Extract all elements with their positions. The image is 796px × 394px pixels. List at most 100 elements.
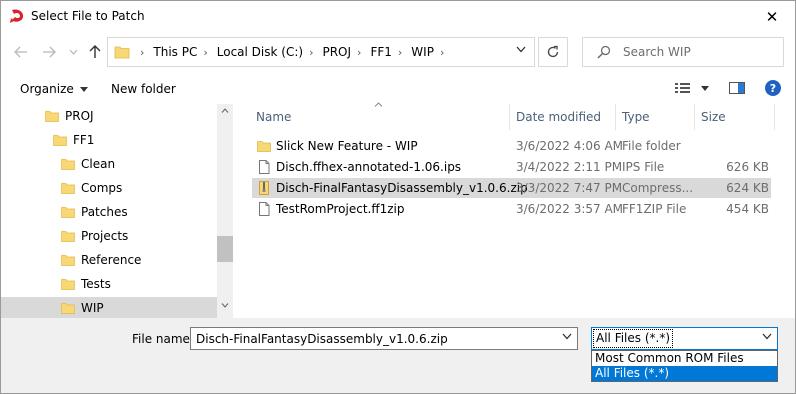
column-divider[interactable] <box>615 104 616 130</box>
details-view-icon <box>675 83 690 93</box>
navigation-pane: PROJ FF1 Clean Comps Patches Projects Referenc… <box>1 104 233 318</box>
help-button[interactable]: ? <box>765 80 781 96</box>
column-divider[interactable] <box>694 104 695 130</box>
organize-label: Organize <box>20 82 74 96</box>
tree-item-ff1[interactable]: FF1 <box>1 129 217 151</box>
folder-icon <box>61 279 75 290</box>
scroll-down-icon[interactable] <box>221 303 229 308</box>
up-button[interactable] <box>87 44 103 60</box>
tree-item-comps[interactable]: Comps <box>1 177 217 199</box>
tree-item-label: Projects <box>81 229 129 243</box>
file-icon <box>259 160 270 174</box>
arrow-right-icon <box>43 46 56 58</box>
column-divider[interactable] <box>774 104 775 130</box>
file-name: Disch-FinalFantasyDisassembly_v1.0.6.zip <box>276 181 528 195</box>
tree-item-projects[interactable]: Projects <box>1 225 217 247</box>
breadcrumb-ff1[interactable]: FF1 <box>370 45 391 59</box>
file-list: Name Date modified Type Size Slick New F… <box>249 102 779 318</box>
breadcrumb-separator: › <box>357 45 362 59</box>
chevron-down-icon <box>79 86 88 92</box>
file-size: 626 KB <box>726 160 769 174</box>
breadcrumb-this-pc[interactable]: This PC <box>153 45 197 59</box>
file-type-option-rom[interactable]: Most Common ROM Files <box>592 351 777 366</box>
tree-item-patches[interactable]: Patches <box>1 201 217 223</box>
tree-item-reference[interactable]: Reference <box>1 249 217 271</box>
file-name: Disch.ffhex-annotated-1.06.ips <box>276 160 462 174</box>
tree-item-label: Reference <box>81 253 142 267</box>
zip-archive-icon <box>259 181 269 195</box>
tree-item-wip[interactable]: WIP <box>1 297 217 318</box>
tree-item-label: Clean <box>81 157 116 171</box>
command-bar: Organize New folder <box>1 74 795 104</box>
folder-icon <box>61 159 75 170</box>
file-date: 3/4/2022 2:11 PM <box>516 160 623 174</box>
chevron-down-icon[interactable] <box>762 333 772 340</box>
change-view-button[interactable] <box>675 81 709 95</box>
new-folder-button[interactable]: New folder <box>111 82 176 96</box>
search-box[interactable] <box>582 37 784 67</box>
file-date: 3/6/2022 3:57 AM <box>516 202 624 216</box>
navigation-scrollbar[interactable] <box>217 104 233 318</box>
preview-pane-icon <box>729 82 745 94</box>
tree-item-proj[interactable]: PROJ <box>1 105 217 127</box>
tree-item-label: Comps <box>81 181 123 195</box>
breadcrumb-wip[interactable]: WIP <box>411 45 434 59</box>
file-list-scroll-area <box>779 104 795 318</box>
preview-pane-button[interactable] <box>729 81 745 98</box>
search-input[interactable] <box>623 45 773 59</box>
chevron-down-icon[interactable] <box>562 333 572 340</box>
file-row[interactable]: Disch.ffhex-annotated-1.06.ips 3/4/2022 2… <box>252 157 771 177</box>
recent-locations-button[interactable] <box>65 44 81 60</box>
arrow-up-icon <box>89 45 101 58</box>
scroll-up-icon[interactable] <box>221 108 229 113</box>
sort-ascending-icon <box>374 100 383 110</box>
file-name: TestRomProject.ff1zip <box>276 202 405 216</box>
folder-icon <box>61 183 75 194</box>
breadcrumb-proj[interactable]: PROJ <box>322 45 351 59</box>
file-size: 454 KB <box>726 202 769 216</box>
tree-item-label: Patches <box>81 205 128 219</box>
new-folder-label: New folder <box>111 82 176 96</box>
column-header-size[interactable]: Size <box>701 104 726 130</box>
column-header-type[interactable]: Type <box>622 104 650 130</box>
scrollbar-thumb[interactable] <box>217 236 233 262</box>
folder-icon <box>53 135 67 146</box>
tree-item-label: PROJ <box>65 109 94 123</box>
breadcrumb-separator: › <box>309 45 314 59</box>
file-icon <box>259 202 270 216</box>
tree-item-label: Tests <box>81 277 111 291</box>
forward-button[interactable] <box>41 44 57 60</box>
address-bar[interactable]: › This PC › Local Disk (C:) › PROJ › FF1… <box>107 37 535 67</box>
close-button[interactable]: ✕ <box>749 1 795 32</box>
tree-item-clean[interactable]: Clean <box>1 153 217 175</box>
breadcrumb-local-disk[interactable]: Local Disk (C:) <box>217 45 303 59</box>
folder-icon <box>114 46 130 59</box>
file-name: Slick New Feature - WIP <box>276 139 418 153</box>
file-date: 3/6/2022 4:06 AM <box>516 139 624 153</box>
breadcrumb-separator: › <box>140 45 145 59</box>
column-divider[interactable] <box>509 104 510 130</box>
file-type: FF1ZIP File <box>622 202 687 216</box>
refresh-button[interactable] <box>538 37 568 67</box>
file-type-option-all[interactable]: All Files (*.*) <box>592 366 777 381</box>
address-dropdown-icon[interactable] <box>516 46 526 53</box>
organize-button[interactable]: Organize <box>20 82 88 96</box>
column-header-date[interactable]: Date modified <box>516 104 601 130</box>
window-title: Select File to Patch <box>31 9 145 23</box>
tree-item-tests[interactable]: Tests <box>1 273 217 295</box>
folder-icon <box>61 303 75 314</box>
help-icon: ? <box>769 81 777 95</box>
file-row[interactable]: TestRomProject.ff1zip 3/6/2022 3:57 AM FF1… <box>252 199 771 219</box>
file-row[interactable]: Disch-FinalFantasyDisassembly_v1.0.6.zip… <box>252 178 771 198</box>
folder-icon <box>257 141 271 152</box>
folder-icon <box>61 207 75 218</box>
file-type-select[interactable]: All Files (*.*) <box>591 327 778 350</box>
file-name-combobox[interactable] <box>190 327 578 350</box>
file-row[interactable]: Slick New Feature - WIP 3/6/2022 4:06 AM F… <box>252 136 771 156</box>
tree-item-label: WIP <box>81 301 104 315</box>
column-header-name[interactable]: Name <box>256 104 291 130</box>
column-type-label: Type <box>622 110 650 124</box>
back-button[interactable] <box>13 44 29 60</box>
chevron-down-icon <box>701 85 709 91</box>
file-name-input[interactable] <box>191 331 551 346</box>
